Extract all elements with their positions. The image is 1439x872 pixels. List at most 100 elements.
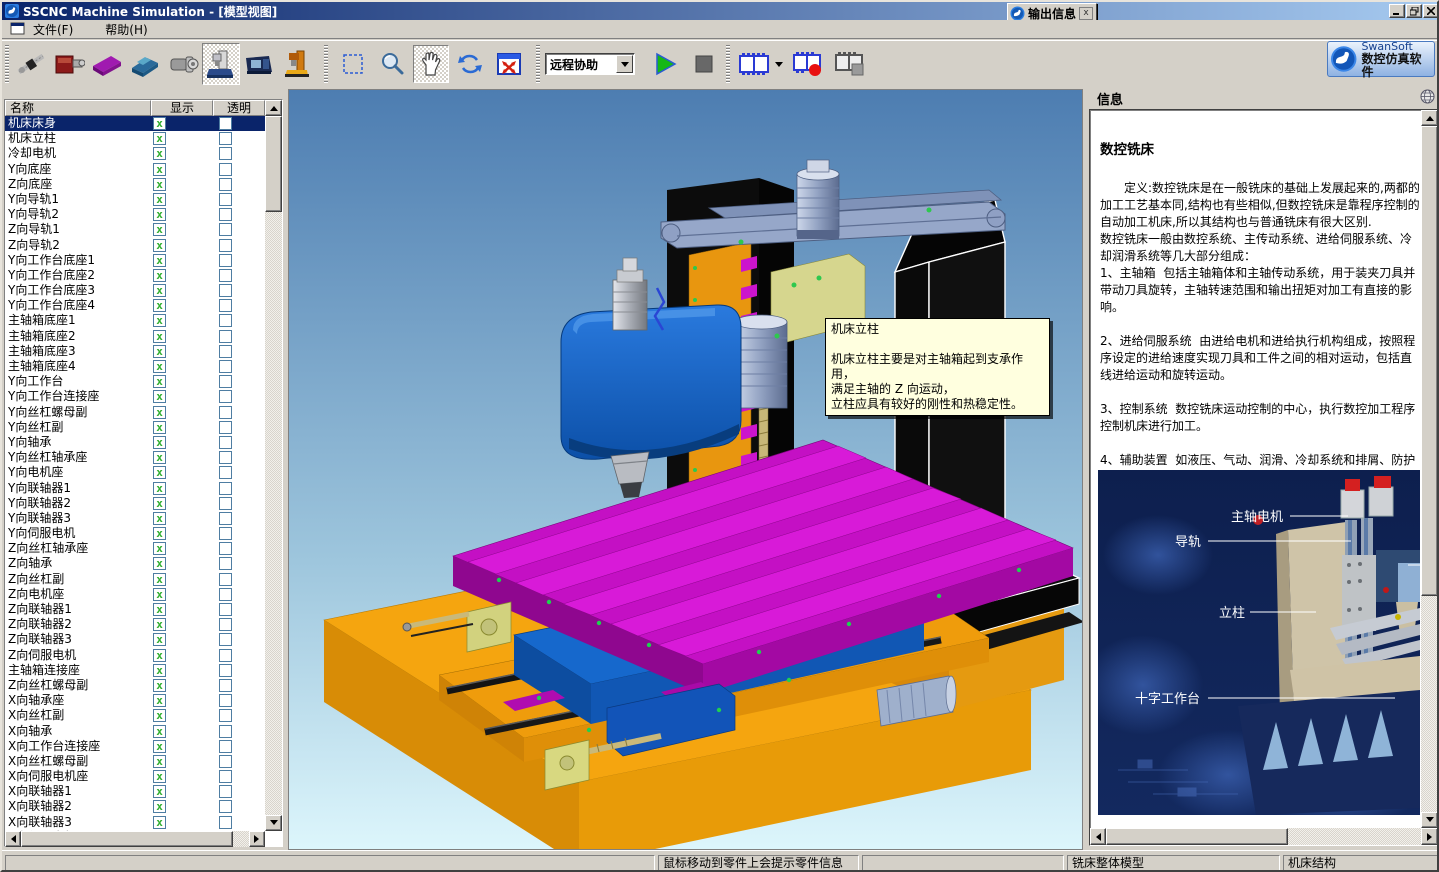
- transparent-checkbox[interactable]: [219, 755, 232, 768]
- table-row[interactable]: X向轴承座: [5, 693, 265, 708]
- transparent-checkbox[interactable]: [219, 314, 232, 327]
- display-checkbox[interactable]: [153, 254, 166, 267]
- display-checkbox[interactable]: [153, 618, 166, 631]
- display-checkbox[interactable]: [153, 299, 166, 312]
- table-row[interactable]: Y向联轴器1: [5, 481, 265, 496]
- table-row[interactable]: Z向丝杠轴承座: [5, 541, 265, 556]
- transparent-checkbox[interactable]: [219, 178, 232, 191]
- play-icon[interactable]: [647, 45, 683, 83]
- display-checkbox[interactable]: [153, 694, 166, 707]
- column-header-transparent[interactable]: 透明: [213, 100, 265, 116]
- display-checkbox[interactable]: [153, 527, 166, 540]
- remote-assist-combobox[interactable]: 远程协助: [545, 53, 635, 75]
- table-row[interactable]: Z向联轴器2: [5, 617, 265, 632]
- transparent-checkbox[interactable]: [219, 406, 232, 419]
- transparent-checkbox[interactable]: [219, 269, 232, 282]
- column-header-name[interactable]: 名称: [5, 100, 151, 116]
- table-row[interactable]: X向联轴器2: [5, 799, 265, 814]
- display-checkbox[interactable]: [153, 375, 166, 388]
- restore-button[interactable]: [1406, 4, 1422, 18]
- display-checkbox[interactable]: [153, 770, 166, 783]
- scroll-down-button[interactable]: [265, 815, 282, 831]
- transparent-checkbox[interactable]: [219, 800, 232, 813]
- table-row[interactable]: Z向导轨2: [5, 238, 265, 253]
- select-rect-icon[interactable]: [335, 45, 371, 83]
- transparent-checkbox[interactable]: [219, 436, 232, 449]
- transparent-checkbox[interactable]: [219, 664, 232, 677]
- table-row[interactable]: Z向底座: [5, 177, 265, 192]
- transparent-checkbox[interactable]: [219, 603, 232, 616]
- globe-icon[interactable]: [1420, 89, 1435, 104]
- display-checkbox[interactable]: [153, 755, 166, 768]
- table-row[interactable]: Y向丝杠副: [5, 420, 265, 435]
- info-scroll-down-button[interactable]: [1421, 812, 1438, 828]
- table-row[interactable]: Z向伺服电机: [5, 648, 265, 663]
- scroll-left-button[interactable]: [5, 831, 21, 847]
- film-dropdown-icon[interactable]: [772, 45, 785, 83]
- table-row[interactable]: Y向工作台底座1: [5, 253, 265, 268]
- table-row[interactable]: Y向丝杠轴承座: [5, 450, 265, 465]
- display-checkbox[interactable]: [153, 497, 166, 510]
- table-row[interactable]: Y向工作台底座3: [5, 283, 265, 298]
- display-checkbox[interactable]: [153, 588, 166, 601]
- transparent-checkbox[interactable]: [219, 421, 232, 434]
- display-checkbox[interactable]: [153, 132, 166, 145]
- display-checkbox[interactable]: [153, 390, 166, 403]
- drill-press-icon[interactable]: [278, 43, 316, 85]
- table-row[interactable]: Y向丝杠螺母副: [5, 405, 265, 420]
- output-info-close-button[interactable]: x: [1079, 7, 1093, 20]
- rotate-icon[interactable]: [452, 45, 488, 83]
- table-row[interactable]: Y向工作台底座4: [5, 298, 265, 313]
- display-checkbox[interactable]: [153, 330, 166, 343]
- transparent-checkbox[interactable]: [219, 375, 232, 388]
- film-icon[interactable]: [735, 45, 773, 83]
- transparent-checkbox[interactable]: [219, 466, 232, 479]
- transparent-checkbox[interactable]: [219, 770, 232, 783]
- display-checkbox[interactable]: [153, 816, 166, 829]
- transparent-checkbox[interactable]: [219, 527, 232, 540]
- minimize-button[interactable]: [1389, 4, 1405, 18]
- table-row[interactable]: Z向导轨1: [5, 222, 265, 237]
- table-row[interactable]: Z向轴承: [5, 556, 265, 571]
- transparent-checkbox[interactable]: [219, 542, 232, 555]
- transparent-checkbox[interactable]: [219, 299, 232, 312]
- display-checkbox[interactable]: [153, 421, 166, 434]
- machine-base-icon[interactable]: [126, 43, 164, 85]
- display-checkbox[interactable]: [153, 269, 166, 282]
- transparent-checkbox[interactable]: [219, 649, 232, 662]
- fit-view-icon[interactable]: [491, 45, 527, 83]
- table-row[interactable]: Y向底座: [5, 162, 265, 177]
- table-row[interactable]: Y向联轴器2: [5, 496, 265, 511]
- table-row[interactable]: Z向联轴器1: [5, 602, 265, 617]
- transparent-checkbox[interactable]: [219, 679, 232, 692]
- display-checkbox[interactable]: [153, 239, 166, 252]
- table-row[interactable]: Y向轴承: [5, 435, 265, 450]
- display-checkbox[interactable]: [153, 542, 166, 555]
- transparent-checkbox[interactable]: [219, 785, 232, 798]
- display-checkbox[interactable]: [153, 725, 166, 738]
- table-row[interactable]: X向工作台连接座: [5, 739, 265, 754]
- table-row[interactable]: Y向工作台连接座: [5, 389, 265, 404]
- transparent-checkbox[interactable]: [219, 208, 232, 221]
- vertical-scrollbar[interactable]: [265, 116, 282, 815]
- toolbar-gripper[interactable]: [536, 45, 540, 83]
- scroll-up-button[interactable]: [265, 100, 282, 116]
- toolbar-gripper[interactable]: [726, 45, 730, 83]
- transparent-checkbox[interactable]: [219, 588, 232, 601]
- table-row[interactable]: 主轴箱底座2: [5, 329, 265, 344]
- horizontal-scroll-thumb[interactable]: [21, 831, 233, 847]
- transparent-checkbox[interactable]: [219, 512, 232, 525]
- transparent-checkbox[interactable]: [219, 284, 232, 297]
- table-row[interactable]: 机床立柱: [5, 131, 265, 146]
- table-row[interactable]: 主轴箱底座1: [5, 313, 265, 328]
- transparent-checkbox[interactable]: [219, 451, 232, 464]
- vertical-scroll-thumb[interactable]: [265, 116, 282, 212]
- transparent-checkbox[interactable]: [219, 254, 232, 267]
- table-row[interactable]: Z向电机座: [5, 587, 265, 602]
- transparent-checkbox[interactable]: [219, 147, 232, 160]
- transparent-checkbox[interactable]: [219, 239, 232, 252]
- display-checkbox[interactable]: [153, 740, 166, 753]
- transparent-checkbox[interactable]: [219, 497, 232, 510]
- menu-help[interactable]: 帮助(H): [98, 19, 154, 40]
- lathe-icon[interactable]: [240, 43, 278, 85]
